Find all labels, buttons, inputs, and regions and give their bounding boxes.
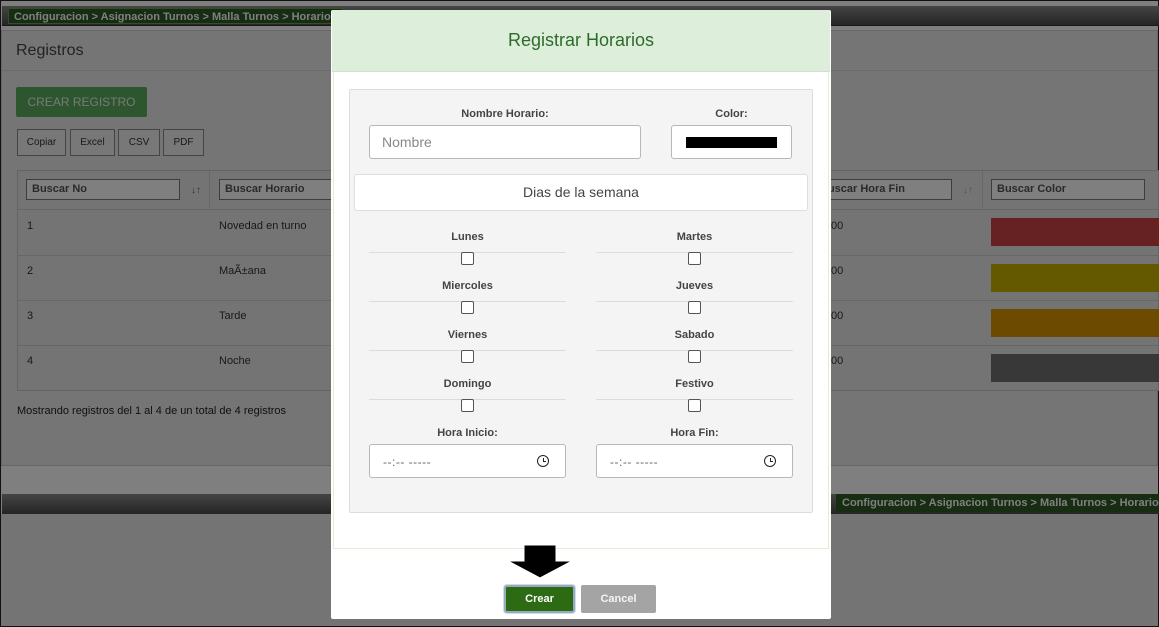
start-time-value: --:-- ----- [383, 455, 432, 469]
checkbox-domingo[interactable] [461, 399, 474, 412]
checkbox-sabado[interactable] [688, 350, 701, 363]
end-time-value: --:-- ----- [610, 455, 659, 469]
end-time-input[interactable]: --:-- ----- [596, 444, 793, 478]
color-label: Color: [715, 108, 748, 120]
day-label-jueves: Jueves [675, 280, 714, 292]
day-label-festivo: Festivo [675, 378, 714, 390]
modal-header: Registrar Horarios [332, 10, 830, 72]
day-label-sabado: Sabado [674, 329, 715, 341]
cancel-button[interactable]: Cancel [581, 585, 656, 613]
clock-icon[interactable] [537, 455, 549, 467]
start-time-input[interactable]: --:-- ----- [369, 444, 566, 478]
create-button[interactable]: Crear [504, 585, 575, 613]
end-time-label: Hora Fin: [670, 427, 719, 439]
name-placeholder: Nombre [382, 134, 432, 150]
register-schedule-modal: Registrar Horarios Nombre Horario: Nombr… [331, 10, 831, 619]
start-time-label: Hora Inicio: [437, 427, 498, 439]
modal-title: Registrar Horarios [507, 30, 655, 50]
checkbox-festivo[interactable] [688, 399, 701, 412]
day-label-lunes: Lunes [451, 231, 484, 243]
checkbox-miercoles[interactable] [461, 301, 474, 314]
day-label-viernes: Viernes [447, 329, 488, 341]
day-label-domingo: Domingo [443, 378, 492, 390]
day-label-martes: Martes [676, 231, 713, 243]
name-input[interactable]: Nombre [369, 125, 641, 159]
checkbox-lunes[interactable] [461, 252, 474, 265]
days-heading: Dias de la semana [354, 174, 808, 211]
arrow-down-icon [507, 545, 573, 579]
color-value-bar [686, 137, 777, 148]
checkbox-jueves[interactable] [688, 301, 701, 314]
day-label-miercoles: Miercoles [442, 280, 493, 292]
checkbox-viernes[interactable] [461, 350, 474, 363]
clock-icon[interactable] [764, 455, 776, 467]
name-label: Nombre Horario: [461, 108, 549, 120]
checkbox-martes[interactable] [688, 252, 701, 265]
color-picker[interactable] [671, 125, 792, 159]
